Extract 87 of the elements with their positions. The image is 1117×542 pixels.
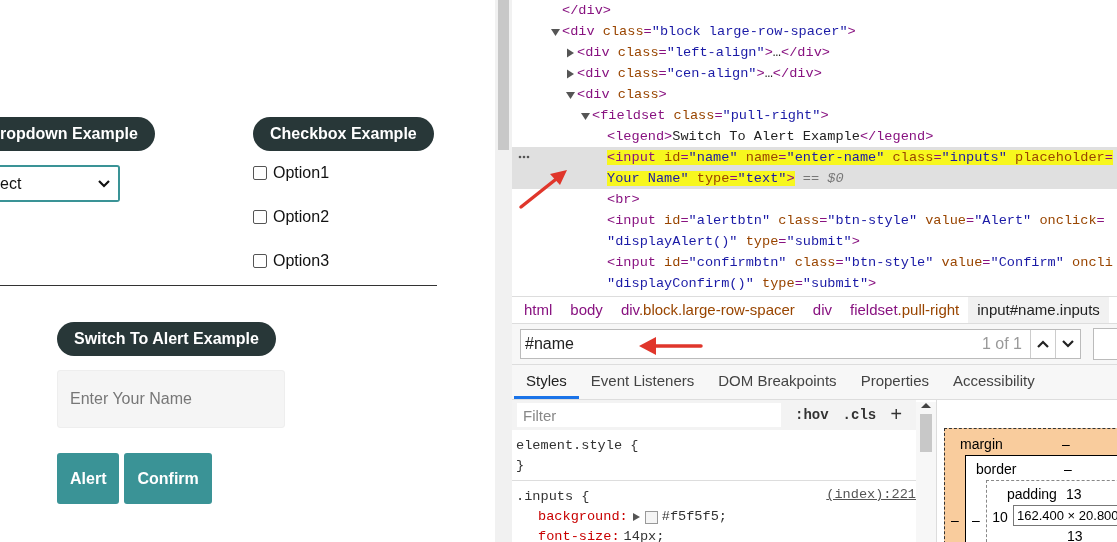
- scrollbar[interactable]: [916, 402, 936, 542]
- box-value: –: [950, 512, 960, 528]
- checkbox[interactable]: [253, 210, 267, 224]
- dom-node-row[interactable]: <div class>: [512, 84, 1117, 105]
- box-value: 13: [1066, 486, 1082, 502]
- scroll-thumb[interactable]: [920, 414, 932, 452]
- code-line: <legend>Switch To Alert Example</legend>: [607, 129, 934, 144]
- caret-down-icon[interactable]: [565, 89, 577, 100]
- breadcrumb[interactable]: body: [561, 297, 612, 323]
- more-icon[interactable]: [518, 155, 530, 159]
- box-label: border: [975, 461, 1018, 477]
- dom-node-row[interactable]: <fieldset class="pull-right">: [512, 105, 1117, 126]
- caret-down-icon[interactable]: [580, 110, 592, 121]
- checkbox-label: Option3: [273, 252, 330, 270]
- code-line: <div class>: [577, 87, 667, 102]
- code-line: <br>: [607, 192, 640, 207]
- code-line: <div class="block large-row-spacer">: [562, 24, 856, 39]
- dom-node-row[interactable]: <input id="confirmbtn" class="btn-style" value="Confirm" oncli "displayConfirm()" type="submit">: [512, 252, 1117, 294]
- scrollbar[interactable]: [495, 0, 512, 542]
- box-value: –: [971, 512, 981, 528]
- css-brace: }: [516, 457, 526, 475]
- color-swatch[interactable]: [644, 510, 658, 524]
- code-line: <input id="alertbtn" class="btn-style" value="Alert" onclick=: [607, 213, 1105, 228]
- chevron-down-icon: [1062, 340, 1074, 348]
- chevron-down-icon: [98, 179, 110, 188]
- css-selector: element.style {: [516, 437, 639, 455]
- code-line: <div class="left-align">…</div>: [577, 45, 830, 60]
- dom-node-row[interactable]: <div class="block large-row-spacer">: [512, 21, 1117, 42]
- code-line: "displayConfirm()" type="submit">: [607, 276, 877, 291]
- breadcrumb[interactable]: fieldset.pull-right: [841, 297, 969, 323]
- panel-tab[interactable]: DOM Breakpoints: [706, 365, 849, 399]
- breadcrumb[interactable]: div: [803, 297, 841, 323]
- checkbox-label: Option1: [273, 164, 330, 182]
- class-toggle[interactable]: .cls: [842, 407, 877, 423]
- annotation-arrow: [638, 335, 704, 357]
- section-legend: ropdown Example: [0, 117, 155, 151]
- hover-state-toggle[interactable]: :hov: [795, 407, 829, 423]
- dom-node-row[interactable]: <input id="alertbtn" class="btn-style" value="Alert" onclick= "displayAlert()" type="submit">: [512, 210, 1117, 252]
- breadcrumb[interactable]: div.block.large-row-spacer: [611, 297, 804, 323]
- css-value: 14px;: [623, 528, 665, 542]
- dom-node-row[interactable]: <legend>Switch To Alert Example</legend>: [512, 126, 1117, 147]
- caret-down-icon[interactable]: [550, 26, 562, 37]
- panel-tab[interactable]: Accessibility: [941, 365, 1047, 399]
- chevron-up-icon: [1037, 340, 1049, 348]
- checkbox[interactable]: [253, 166, 267, 180]
- box-value: 13: [1066, 527, 1084, 542]
- scroll-up-icon[interactable]: [921, 402, 931, 408]
- code-line: <fieldset class="pull-right">: [592, 108, 829, 123]
- action-button[interactable]: Alert: [57, 453, 120, 504]
- section-legend: Checkbox Example: [253, 117, 434, 151]
- dom-node-row[interactable]: <input id="name" name="enter-name" class="inputs" placeholder= Your Name" type="text"> == $0: [512, 147, 1117, 189]
- section-legend: Switch To Alert Example: [57, 322, 276, 356]
- code-line: <input id="name" name="enter-name" class="inputs" placeholder=: [607, 150, 1113, 165]
- css-value: #f5f5f5;: [661, 508, 727, 526]
- box-value: –: [1064, 461, 1072, 477]
- box-label: padding: [1006, 486, 1058, 502]
- breadcrumb[interactable]: input#name.inputs: [968, 297, 1109, 323]
- css-property: font-size:: [538, 528, 620, 542]
- box-value: 10: [991, 509, 1009, 525]
- panel-tab[interactable]: Event Listeners: [578, 365, 707, 399]
- code-line: "displayAlert()" type="submit">: [607, 234, 860, 249]
- code-line: <input id="confirmbtn" class="btn-style" value="Confirm" oncli: [607, 255, 1113, 270]
- checkbox-label: Option2: [273, 208, 330, 226]
- box-value: –: [1062, 436, 1070, 452]
- dom-node-row[interactable]: <div class="left-align">…</div>: [512, 42, 1117, 63]
- code-line: </div>: [562, 3, 611, 18]
- name-input-field[interactable]: Enter Your Name: [57, 370, 285, 428]
- filter-field[interactable]: Filter: [517, 403, 781, 427]
- scroll-thumb[interactable]: [498, 0, 509, 150]
- match-count: 1 of 1: [981, 335, 1022, 353]
- css-selector: .inputs {: [516, 488, 590, 506]
- search-field[interactable]: #name 1 of 1: [520, 329, 1081, 359]
- code-line: <div class="cen-align">…</div>: [577, 66, 822, 81]
- box-label: margin: [959, 436, 1004, 452]
- checkbox[interactable]: [253, 254, 267, 268]
- panel-tab[interactable]: Properties: [848, 365, 941, 399]
- code-line: Your Name" type="text"> == $0: [607, 171, 844, 186]
- css-property: background:: [538, 508, 628, 526]
- action-button[interactable]: Confirm: [124, 453, 212, 504]
- new-rule-button[interactable]: +: [890, 403, 903, 427]
- expand-triangle-icon[interactable]: [631, 512, 641, 522]
- breadcrumb[interactable]: html: [512, 297, 562, 323]
- dom-node-row[interactable]: </div>: [512, 0, 1117, 21]
- source-link[interactable]: (index):221: [826, 487, 916, 507]
- dom-node-row[interactable]: <div class="cen-align">…</div>: [512, 63, 1117, 84]
- dom-node-row[interactable]: <br>: [512, 189, 1117, 210]
- dropdown[interactable]: ect: [0, 165, 120, 202]
